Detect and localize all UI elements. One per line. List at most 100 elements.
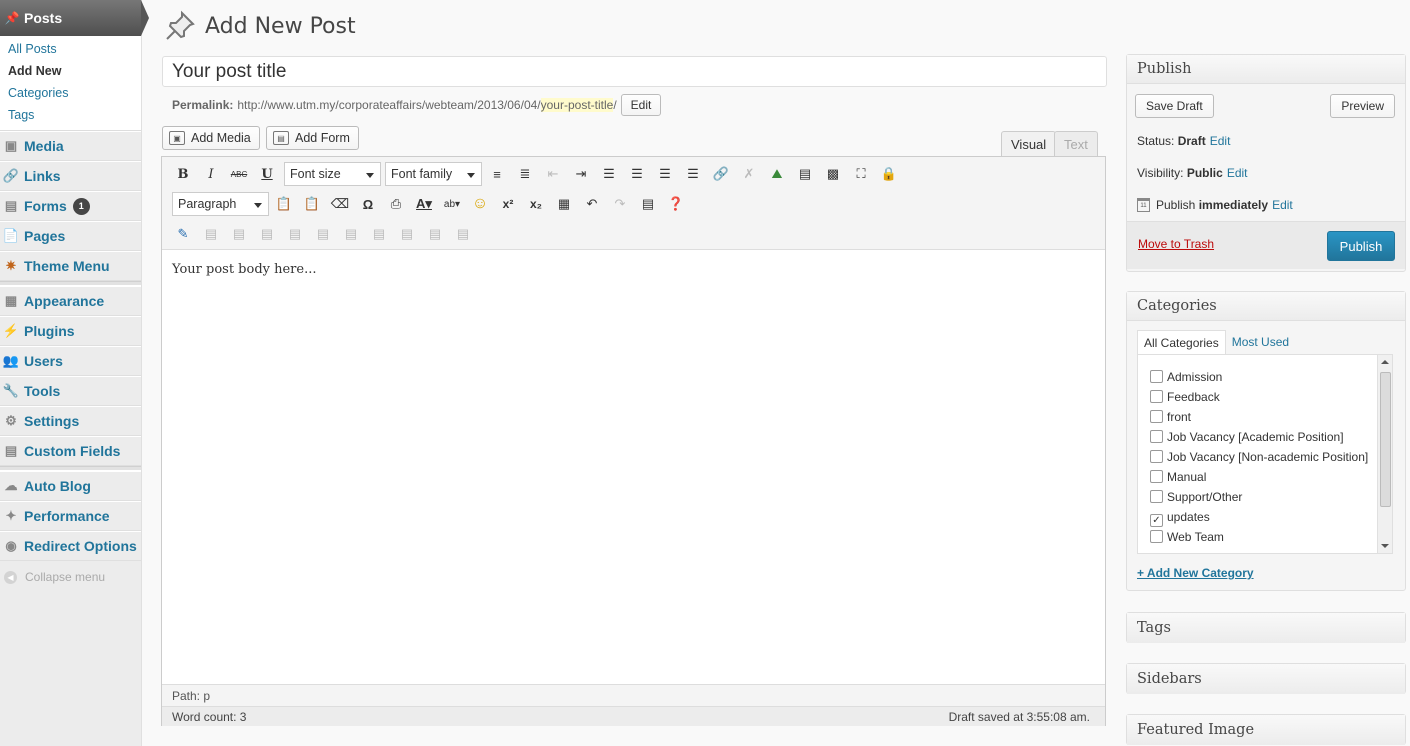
font-size-select[interactable]: Font size: [284, 162, 381, 186]
page-break-icon[interactable]: ▩: [822, 163, 844, 185]
insert-shortcode-icon[interactable]: ▤: [637, 193, 659, 215]
menu-item-media[interactable]: ▣ Media: [0, 131, 141, 161]
smiley-icon[interactable]: ☺: [469, 193, 491, 215]
permalink-slug[interactable]: your-post-title: [540, 98, 614, 112]
tab-text[interactable]: Text: [1054, 131, 1098, 157]
menu-item-redirect-options[interactable]: ◉ Redirect Options: [0, 531, 141, 561]
category-checkbox[interactable]: [1150, 410, 1163, 423]
menu-item-settings[interactable]: ⚙ Settings: [0, 406, 141, 436]
categories-box-heading[interactable]: Categories: [1127, 292, 1405, 321]
delete-col-icon[interactable]: ▤: [396, 223, 418, 245]
subscript-icon[interactable]: x₂: [525, 193, 547, 215]
menu-item-posts[interactable]: 📌 Posts: [0, 0, 149, 36]
featured-image-box-heading[interactable]: Featured Image: [1127, 715, 1405, 745]
help-icon[interactable]: ❓: [665, 193, 687, 215]
menu-item-appearance[interactable]: ▦ Appearance: [0, 286, 141, 316]
menu-item-users[interactable]: 👥 Users: [0, 346, 141, 376]
table-row-props-icon[interactable]: ▤: [200, 223, 222, 245]
category-checkbox[interactable]: [1150, 430, 1163, 443]
menu-item-theme-menu[interactable]: ✷ Theme Menu: [0, 251, 141, 281]
add-media-button[interactable]: ▣ Add Media: [162, 126, 260, 150]
edit-visibility-link[interactable]: Edit: [1227, 166, 1248, 180]
split-cells-icon[interactable]: ▤: [424, 223, 446, 245]
underline-icon[interactable]: U: [256, 163, 278, 185]
align-center-icon[interactable]: ☰: [626, 163, 648, 185]
post-title-input[interactable]: Your post title: [162, 56, 1107, 87]
menu-item-tools[interactable]: 🔧 Tools: [0, 376, 141, 406]
format-select[interactable]: Paragraph: [172, 192, 269, 216]
menu-item-forms[interactable]: ▤ Forms 1: [0, 191, 141, 221]
category-checkbox[interactable]: [1150, 530, 1163, 543]
insert-row-before-icon[interactable]: ▤: [256, 223, 278, 245]
category-checkbox[interactable]: [1150, 490, 1163, 503]
insert-col-before-icon[interactable]: ▤: [340, 223, 362, 245]
numbered-list-icon[interactable]: ≣: [514, 163, 536, 185]
undo-icon[interactable]: ↶: [581, 193, 603, 215]
menu-item-links[interactable]: 🔗 Links: [0, 161, 141, 191]
strikethrough-icon[interactable]: ABC: [228, 163, 250, 185]
italic-icon[interactable]: I: [200, 163, 222, 185]
bold-icon[interactable]: B: [172, 163, 194, 185]
collapse-menu-button[interactable]: ◀ Collapse menu: [0, 561, 141, 593]
insert-media-icon[interactable]: ▦: [553, 193, 575, 215]
tab-all-categories[interactable]: All Categories: [1137, 330, 1226, 354]
indent-icon[interactable]: ⇥: [570, 163, 592, 185]
redo-icon[interactable]: ↷: [609, 193, 631, 215]
insert-image-icon[interactable]: ⛰: [766, 163, 788, 185]
table-edit-icon[interactable]: ✎: [172, 223, 194, 245]
category-checkbox[interactable]: [1150, 450, 1163, 463]
publish-box-heading[interactable]: Publish: [1127, 55, 1405, 84]
text-color-icon[interactable]: A▾: [413, 193, 435, 215]
special-character-icon[interactable]: Ω: [357, 193, 379, 215]
insert-link-icon[interactable]: 🔗: [710, 163, 732, 185]
add-new-category-link[interactable]: + Add New Category: [1137, 566, 1254, 580]
align-right-icon[interactable]: ☰: [654, 163, 676, 185]
font-family-select[interactable]: Font family: [385, 162, 482, 186]
menu-item-custom-fields[interactable]: ▤ Custom Fields: [0, 436, 141, 466]
category-scrollbar[interactable]: [1377, 355, 1392, 553]
category-checkbox[interactable]: [1150, 470, 1163, 483]
edit-status-link[interactable]: Edit: [1210, 134, 1231, 148]
submenu-tags[interactable]: Tags: [0, 104, 141, 126]
insert-row-after-icon[interactable]: ▤: [284, 223, 306, 245]
tab-visual[interactable]: Visual: [1001, 131, 1057, 157]
sidebars-box-heading[interactable]: Sidebars: [1127, 664, 1405, 694]
table-cell-props-icon[interactable]: ▤: [228, 223, 250, 245]
tags-box-heading[interactable]: Tags: [1127, 613, 1405, 643]
insert-more-icon[interactable]: ▤: [794, 163, 816, 185]
edit-publish-time-link[interactable]: Edit: [1272, 198, 1293, 212]
publish-button[interactable]: Publish: [1327, 231, 1395, 261]
scroll-thumb[interactable]: [1380, 372, 1391, 507]
menu-item-pages[interactable]: 📄 Pages: [0, 221, 141, 251]
category-checkbox-checked[interactable]: ✓: [1150, 514, 1163, 527]
menu-item-auto-blog[interactable]: ☁ Auto Blog: [0, 471, 141, 501]
scroll-down-icon[interactable]: [1381, 544, 1389, 548]
align-left-icon[interactable]: ☰: [598, 163, 620, 185]
submenu-categories[interactable]: Categories: [0, 82, 141, 104]
print-icon[interactable]: ⎙: [385, 193, 407, 215]
clear-formatting-icon[interactable]: ⌫: [329, 193, 351, 215]
category-checkbox[interactable]: [1150, 390, 1163, 403]
save-draft-button[interactable]: Save Draft: [1135, 94, 1214, 118]
scroll-up-icon[interactable]: [1381, 360, 1389, 364]
menu-item-performance[interactable]: ✦ Performance: [0, 501, 141, 531]
category-checkbox[interactable]: [1150, 370, 1163, 383]
submenu-all-posts[interactable]: All Posts: [0, 38, 141, 60]
post-body-editor[interactable]: Your post body here...: [162, 249, 1105, 684]
delete-row-icon[interactable]: ▤: [312, 223, 334, 245]
merge-cells-icon[interactable]: ▤: [452, 223, 474, 245]
paste-text-icon[interactable]: 📋: [273, 193, 295, 215]
fullscreen-icon[interactable]: ⛶: [850, 163, 872, 185]
align-justify-icon[interactable]: ☰: [682, 163, 704, 185]
paste-word-icon[interactable]: 📋: [301, 193, 323, 215]
edit-permalink-button[interactable]: Edit: [620, 94, 662, 116]
lock-icon[interactable]: 🔒: [878, 163, 900, 185]
add-form-button[interactable]: ▤ Add Form: [266, 126, 359, 150]
submenu-add-new[interactable]: Add New: [0, 60, 141, 82]
bullet-list-icon[interactable]: ≡: [486, 163, 508, 185]
highlight-color-icon[interactable]: ab▾: [441, 193, 463, 215]
tab-most-used[interactable]: Most Used: [1226, 330, 1295, 354]
menu-item-plugins[interactable]: ⚡ Plugins: [0, 316, 141, 346]
insert-col-after-icon[interactable]: ▤: [368, 223, 390, 245]
superscript-icon[interactable]: x²: [497, 193, 519, 215]
